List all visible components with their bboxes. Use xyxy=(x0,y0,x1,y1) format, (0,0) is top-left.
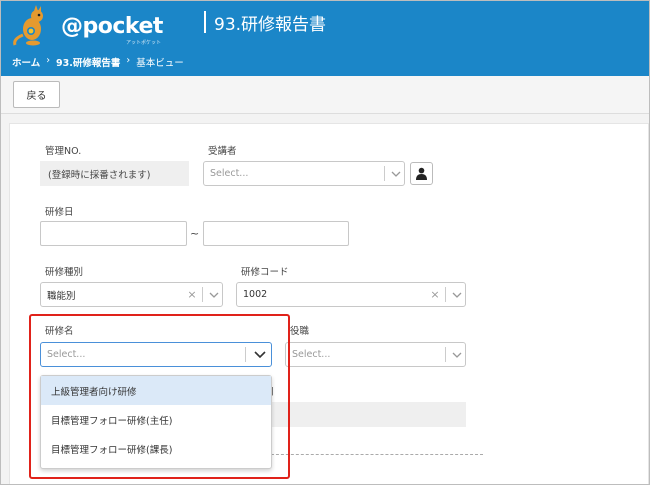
kanri-no-label: 管理NO. xyxy=(45,146,82,157)
jukousha-placeholder: Select... xyxy=(210,168,249,179)
yakushoku-select[interactable]: Select... xyxy=(285,342,466,367)
breadcrumb-separator: › xyxy=(46,55,51,66)
logo-wordmark: @pocket xyxy=(61,14,163,39)
title-separator xyxy=(204,11,206,33)
chevron-down-icon[interactable] xyxy=(449,283,465,306)
select-divider xyxy=(445,347,446,362)
highlight-box xyxy=(29,314,290,479)
kenshu-bi-label: 研修日 xyxy=(45,207,74,218)
kanri-no-value: (登録時に採番されます) xyxy=(40,161,189,186)
app-header: @pocket アットポケット 93.研修報告書 ホーム › 93.研修報告書 … xyxy=(1,1,649,76)
back-button[interactable]: 戻る xyxy=(13,81,60,108)
select-divider xyxy=(384,166,385,181)
partial-field-value xyxy=(261,402,466,427)
kenshu-shubetsu-select[interactable]: 職能別 × xyxy=(40,282,223,307)
kenshu-bi-end-input[interactable] xyxy=(203,221,349,246)
select-divider xyxy=(202,287,203,302)
jukousha-select[interactable]: Select... xyxy=(203,161,405,186)
kangaroo-icon xyxy=(13,5,43,46)
breadcrumb-view: 基本ビュー xyxy=(136,58,184,69)
select-divider xyxy=(445,287,446,302)
clear-icon[interactable]: × xyxy=(428,288,442,301)
chevron-down-icon[interactable] xyxy=(206,283,222,306)
kenshu-code-select[interactable]: 1002 × xyxy=(236,282,466,307)
user-picker-button[interactable] xyxy=(410,162,433,185)
breadcrumb-home[interactable]: ホーム xyxy=(12,55,40,69)
app-logo[interactable]: @pocket アットポケット xyxy=(11,5,163,47)
kenshu-code-value: 1002 xyxy=(243,289,268,300)
date-range-tilde: ~ xyxy=(190,227,200,240)
breadcrumb-app[interactable]: 93.研修報告書 xyxy=(56,55,120,69)
jukousha-label: 受講者 xyxy=(208,146,237,157)
kenshu-shubetsu-value: 職能別 xyxy=(47,290,76,302)
breadcrumb-separator: › xyxy=(126,55,131,66)
chevron-down-icon[interactable] xyxy=(449,343,465,366)
logo-subtitle: アットポケット xyxy=(126,40,162,46)
person-icon xyxy=(416,167,427,180)
chevron-down-icon[interactable] xyxy=(388,162,404,185)
yakushoku-label: 役職 xyxy=(290,326,310,337)
page-title: 93.研修報告書 xyxy=(214,15,327,35)
kenshu-code-label: 研修コード xyxy=(241,267,289,278)
app-window: @pocket アットポケット 93.研修報告書 ホーム › 93.研修報告書 … xyxy=(0,0,650,485)
kenshu-shubetsu-label: 研修種別 xyxy=(45,267,84,278)
kenshu-bi-start-input[interactable] xyxy=(40,221,187,246)
section-divider xyxy=(261,454,483,455)
toolbar: 戻る xyxy=(1,76,649,114)
breadcrumb: ホーム › 93.研修報告書 › 基本ビュー xyxy=(12,55,184,69)
clear-icon[interactable]: × xyxy=(185,288,199,301)
yakushoku-placeholder: Select... xyxy=(292,349,331,360)
